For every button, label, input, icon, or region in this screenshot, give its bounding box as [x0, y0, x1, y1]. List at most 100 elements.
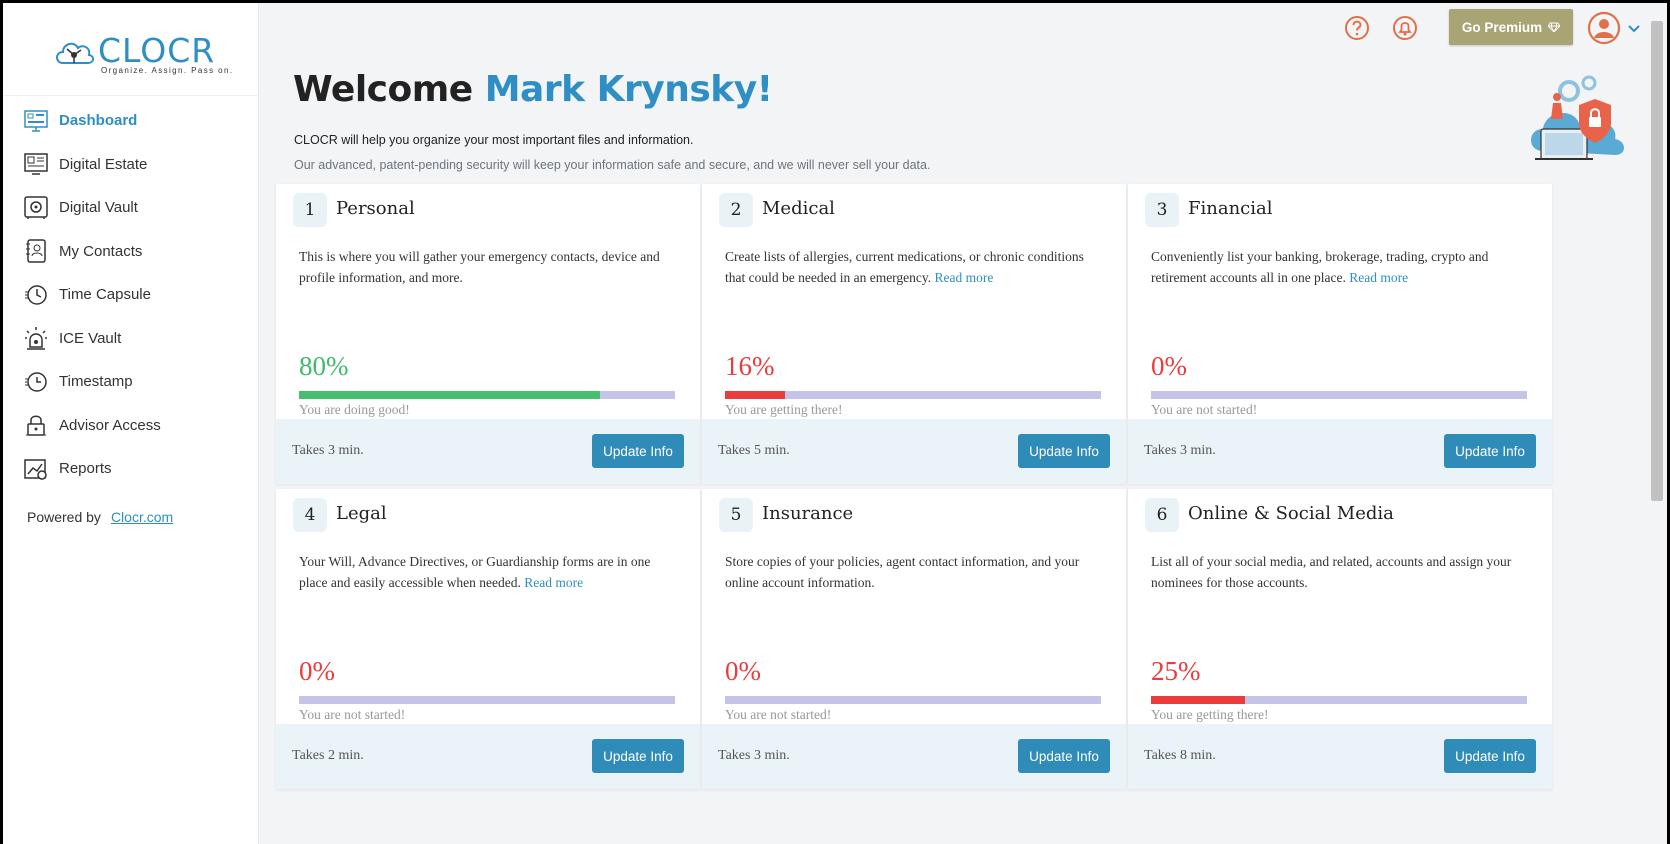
security-illustration: [1531, 75, 1624, 160]
update-info-button[interactable]: Update Info: [1018, 739, 1110, 773]
card-number: 5: [719, 498, 753, 532]
update-info-button[interactable]: Update Info: [1444, 739, 1536, 773]
brand-tagline: Organize. Assign. Pass on.: [101, 66, 234, 75]
progress-bar: [1151, 696, 1527, 704]
clocr-logo[interactable]: CLOCR Organize. Assign. Pass on.: [53, 29, 232, 79]
sidebar-item-timestamp[interactable]: Timestamp: [3, 360, 259, 404]
sidebar-item-dashboard[interactable]: Dashboard: [3, 99, 259, 143]
card-description-text: Your Will, Advance Directives, or Guardi…: [299, 554, 651, 590]
contacts-icon: [23, 238, 49, 264]
card-description: This is where you will gather your emerg…: [299, 246, 679, 288]
card-footer: Takes 5 min. Update Info: [702, 419, 1126, 484]
read-more-link[interactable]: Read more: [935, 270, 994, 285]
intro-line-2: Our advanced, patent-pending security wi…: [294, 158, 931, 172]
go-premium-label: Go Premium: [1461, 19, 1543, 35]
notification-bell-icon[interactable]: [1390, 13, 1420, 43]
card-description-text: Store copies of your policies, agent con…: [725, 554, 1080, 590]
progress-percent: 0%: [299, 656, 335, 686]
time-estimate: Takes 2 min.: [292, 748, 364, 763]
category-card-5: 5 Insurance Store copies of your policie…: [702, 489, 1126, 789]
update-info-button[interactable]: Update Info: [592, 739, 684, 773]
progress-bar: [299, 696, 675, 704]
time-capsule-icon: [23, 282, 49, 308]
category-card-1: 1 Personal This is where you will gather…: [276, 184, 700, 484]
digital-estate-icon: [23, 151, 49, 177]
update-info-button[interactable]: Update Info: [1018, 434, 1110, 468]
card-description-text: Conveniently list your banking, brokerag…: [1151, 249, 1489, 285]
sidebar-item-digital-estate[interactable]: Digital Estate: [3, 143, 259, 187]
category-card-6: 6 Online & Social Media List all of your…: [1128, 489, 1552, 789]
sidebar-divider: [3, 95, 259, 96]
sidebar-item-label: Digital Vault: [59, 199, 138, 217]
sidebar-item-label: My Contacts: [59, 242, 143, 260]
sidebar-item-advisor-access[interactable]: Advisor Access: [3, 404, 259, 448]
progress-percent: 0%: [725, 656, 761, 686]
progress-status: You are getting there!: [1151, 707, 1269, 722]
sidebar-item-label: Time Capsule: [59, 286, 151, 304]
user-menu[interactable]: [1587, 11, 1647, 45]
card-number: 4: [293, 498, 327, 532]
progress-percent: 16%: [725, 351, 775, 381]
powered-by: Powered by Clocr.com: [27, 509, 173, 525]
read-more-link[interactable]: Read more: [1349, 270, 1408, 285]
powered-by-label: Powered by: [27, 509, 101, 525]
clocr-link[interactable]: Clocr.com: [111, 509, 173, 525]
sidebar-item-label: Advisor Access: [59, 416, 161, 434]
card-description: Store copies of your policies, agent con…: [725, 551, 1105, 593]
update-info-button[interactable]: Update Info: [1444, 434, 1536, 468]
category-card-3: 3 Financial Conveniently list your banki…: [1128, 184, 1552, 484]
card-description-text: Create lists of allergies, current medic…: [725, 249, 1084, 285]
welcome-greeting: Welcome: [293, 69, 473, 110]
sidebar-item-label: Digital Estate: [59, 155, 148, 173]
sidebar-item-reports[interactable]: Reports: [3, 447, 259, 491]
update-info-button[interactable]: Update Info: [592, 434, 684, 468]
sidebar-item-time-capsule[interactable]: Time Capsule: [3, 273, 259, 317]
progress-percent: 0%: [1151, 351, 1187, 381]
sidebar: CLOCR Organize. Assign. Pass on. Dashboa…: [3, 3, 259, 844]
card-footer: Takes 8 min. Update Info: [1128, 724, 1552, 789]
card-description: Your Will, Advance Directives, or Guardi…: [299, 551, 679, 593]
card-footer: Takes 3 min. Update Info: [276, 419, 700, 484]
reports-icon: [23, 456, 49, 482]
card-title: Financial: [1188, 198, 1273, 219]
app-window: CLOCR Organize. Assign. Pass on. Dashboa…: [3, 3, 1667, 844]
sidebar-item-my-contacts[interactable]: My Contacts: [3, 230, 259, 274]
intro-line-1: CLOCR will help you organize your most i…: [294, 133, 694, 147]
card-description-text: This is where you will gather your emerg…: [299, 249, 660, 285]
sidebar-item-ice-vault[interactable]: ICE Vault: [3, 317, 259, 361]
help-icon[interactable]: [1342, 13, 1372, 43]
sidebar-item-label: ICE Vault: [59, 329, 122, 347]
brand-name: CLOCR: [98, 31, 216, 70]
read-more-link[interactable]: Read more: [524, 575, 583, 590]
card-description: Create lists of allergies, current medic…: [725, 246, 1105, 288]
card-title: Medical: [762, 198, 835, 219]
sidebar-item-digital-vault[interactable]: Digital Vault: [3, 186, 259, 230]
chevron-down-icon: [1628, 25, 1640, 33]
card-title: Legal: [336, 503, 387, 524]
time-estimate: Takes 3 min.: [292, 443, 364, 458]
card-description-text: List all of your social media, and relat…: [1151, 554, 1512, 590]
card-footer: Takes 3 min. Update Info: [1128, 419, 1552, 484]
sidebar-item-label: Dashboard: [59, 112, 138, 130]
card-number: 1: [293, 193, 327, 227]
progress-fill: [299, 391, 600, 399]
progress-status: You are doing good!: [299, 402, 410, 417]
vertical-scrollbar[interactable]: [1651, 21, 1663, 501]
avatar: [1587, 11, 1621, 45]
alarm-icon: [23, 325, 49, 351]
card-number: 6: [1145, 498, 1179, 532]
time-estimate: Takes 3 min.: [1144, 443, 1216, 458]
cloud-logo-icon: [56, 42, 94, 64]
card-number: 3: [1145, 193, 1179, 227]
card-title: Personal: [336, 198, 415, 219]
advisor-lock-icon: [23, 412, 49, 438]
progress-bar: [1151, 391, 1527, 399]
progress-status: You are not started!: [725, 707, 832, 722]
card-title: Insurance: [762, 503, 854, 524]
sidebar-item-label: Reports: [59, 460, 112, 478]
category-card-4: 4 Legal Your Will, Advance Directives, o…: [276, 489, 700, 789]
go-premium-button[interactable]: Go Premium: [1449, 9, 1573, 45]
card-number: 2: [719, 193, 753, 227]
card-description: Conveniently list your banking, brokerag…: [1151, 246, 1531, 288]
progress-bar: [725, 696, 1101, 704]
